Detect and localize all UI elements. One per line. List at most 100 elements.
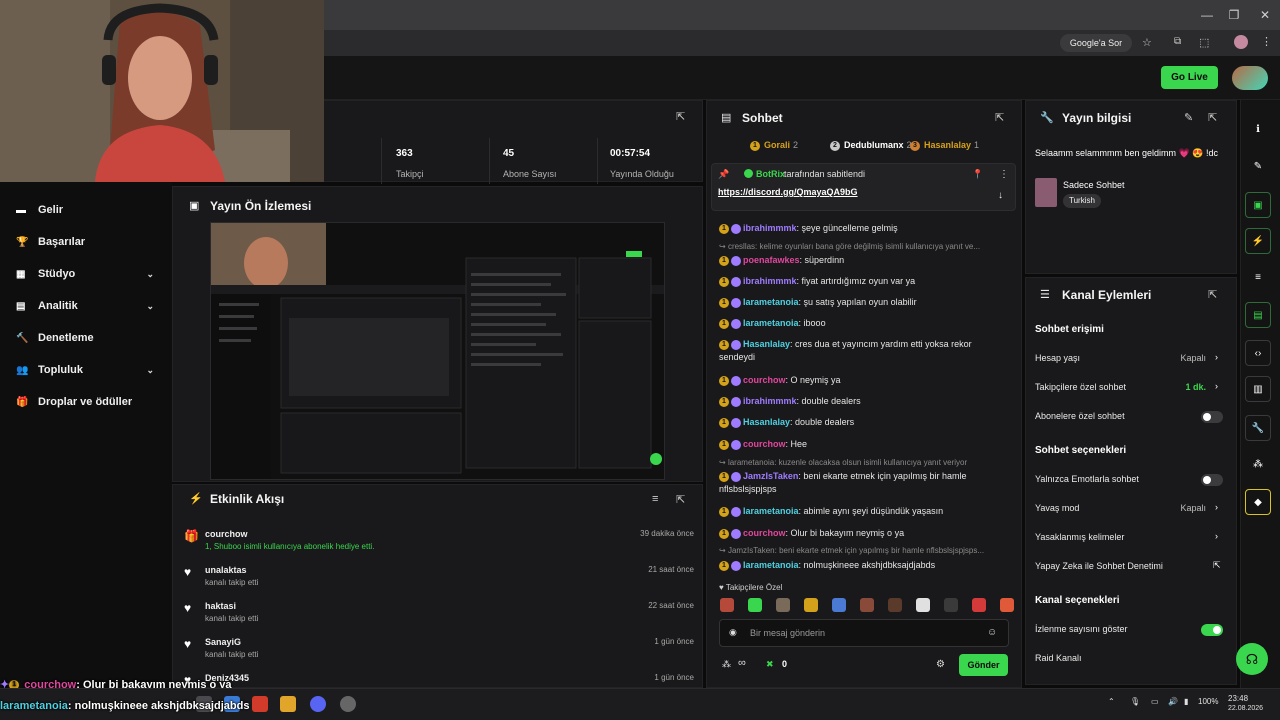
discord-icon[interactable] [310,696,326,712]
info-icon[interactable]: ℹ [1245,117,1271,143]
chat-username[interactable]: ibrahimmmk [743,276,797,286]
app-icon[interactable] [252,696,268,712]
chat-username[interactable]: JamzIsTaken [743,471,798,481]
puzzle-icon[interactable]: ◆ [1245,489,1271,515]
support-headset-icon[interactable]: ☊ [1236,643,1268,675]
emote-icon[interactable] [776,598,790,612]
top-gifter[interactable]: 1 Gorali 2 [750,140,798,151]
close-icon[interactable]: ✕ [1256,6,1274,24]
chat-username[interactable]: larametanoia [743,560,799,570]
browser-menu-icon[interactable]: ⋮ [1261,35,1272,48]
channel-actions-popout-icon[interactable]: ⇱ [1208,288,1217,301]
chat-username[interactable]: courchow [743,375,786,385]
user-avatar[interactable] [1232,66,1268,90]
emote-icon[interactable] [748,598,762,612]
microphone-icon[interactable]: 🎙 [1130,697,1140,706]
cast-icon[interactable]: ⧉ [1174,36,1181,47]
chat-username[interactable]: larametanoia [743,297,799,307]
emote-icon[interactable] [720,598,734,612]
google-ask-button[interactable]: Google'a Sor [1060,34,1132,52]
sidebar-item-denetleme[interactable]: 🔨 Denetleme [16,328,166,348]
display-icon[interactable]: ▭ [1151,697,1159,706]
emote-icon[interactable] [804,598,818,612]
go-live-button[interactable]: Go Live [1161,66,1218,89]
bookmark-star-icon[interactable]: ☆ [1142,36,1152,49]
chevron-right-icon[interactable]: › [1215,502,1218,512]
activity-user[interactable]: unalaktas [205,565,247,575]
activity-user[interactable]: SanayiG [205,637,241,647]
chat-username[interactable]: larametanoia [743,318,799,328]
emote-icon[interactable] [1000,598,1014,612]
chat-username[interactable]: ibrahimmmk [743,396,797,406]
setting-label[interactable]: Yapay Zeka ile Sohbet Denetimi [1035,561,1163,571]
top-gifter[interactable]: 3 Hasanlalay 1 [910,140,979,151]
app-icon[interactable] [340,696,356,712]
toggle-switch[interactable] [1201,474,1223,486]
expand-pinned-icon[interactable]: ↓ [998,190,1003,201]
chevron-right-icon[interactable]: › [1215,352,1218,362]
emote-icon[interactable] [860,598,874,612]
setting-label[interactable]: Yavaş mod [1035,503,1079,513]
chat-panel-icon[interactable]: ▤ [1245,302,1271,328]
chat-username[interactable]: larametanoia [743,506,799,516]
setting-label[interactable]: Yalnızca Emotlarla sohbet [1035,474,1139,484]
emote-icon[interactable] [944,598,958,612]
setting-label[interactable]: Raid Kanalı [1035,653,1082,663]
chat-username[interactable]: poenafawkes [743,255,800,265]
folder-icon[interactable] [280,696,296,712]
activity-user[interactable]: courchow [205,529,248,539]
top-gifter[interactable]: 2Dedublumanx2 [830,140,912,151]
category-name[interactable]: Sadece Sohbet [1063,180,1125,190]
sidebar-item-analitik[interactable]: ▤ Analitik ⌄ [16,296,166,316]
toggle-switch[interactable] [1201,624,1223,636]
edit-pencil-icon[interactable]: ✎ [1184,111,1193,124]
extensions-icon[interactable]: ⬚ [1199,36,1209,49]
preview-panel-icon[interactable]: ▣ [1245,192,1271,218]
emote-icon[interactable] [888,598,902,612]
filter-icon[interactable]: ≡ [652,493,658,505]
pinned-menu-icon[interactable]: ⋮ [999,169,1009,180]
sidebar-item-st-dyo[interactable]: ▦ Stüdyo ⌄ [16,264,166,284]
setting-label[interactable]: Takipçilere özel sohbet [1035,382,1126,392]
emote-icon[interactable] [972,598,986,612]
emote-icon[interactable] [916,598,930,612]
wrench-icon[interactable]: 🔧 [1245,415,1271,441]
setting-label[interactable]: İzlenme sayısını göster [1035,624,1128,634]
setting-label[interactable]: Hesap yaşı [1035,353,1080,363]
pencil-icon[interactable]: ✎ [1245,154,1271,180]
setting-label[interactable]: Yasaklanmış kelimeler [1035,532,1124,542]
list-icon[interactable]: ≡ [1245,265,1271,291]
profile-avatar[interactable] [1234,35,1248,49]
minimize-icon[interactable]: — [1198,6,1216,24]
activity-popout-icon[interactable]: ⇱ [676,493,685,506]
layout-icon[interactable]: ▥ [1245,376,1271,402]
unpin-icon[interactable]: 📍 [972,169,983,180]
emoji-icon[interactable]: ☺ [987,627,997,638]
category-thumbnail[interactable] [1035,178,1057,207]
chevron-right-icon[interactable]: › [1215,531,1218,541]
setting-label[interactable]: Abonelere özel sohbet [1035,411,1125,421]
chat-username[interactable]: Hasanlalay [743,339,790,349]
stats-popout-icon[interactable]: ⇱ [676,110,685,123]
battery-icon[interactable]: ▮ [1184,697,1188,706]
sidebar-item-ba-ar-lar[interactable]: 🏆 Başarılar [16,232,166,252]
stream-preview-video[interactable] [210,222,665,480]
emote-icon[interactable] [832,598,846,612]
users-icon[interactable]: ⁂ [722,659,731,670]
toggle-switch[interactable] [1201,411,1223,423]
sidebar-item-gelir[interactable]: ▬ Gelir [16,200,166,220]
chat-username[interactable]: courchow [743,439,786,449]
send-button[interactable]: Gönder [959,654,1008,676]
chat-settings-gear-icon[interactable]: ⚙ [936,659,945,670]
chevron-right-icon[interactable]: › [1215,381,1218,391]
users-icon[interactable]: ⁂ [1245,452,1271,478]
chat-username[interactable]: Hasanlalay [743,417,790,427]
chat-username[interactable]: ibrahimmmk [743,223,797,233]
restore-icon[interactable]: ❐ [1225,6,1243,24]
chat-username[interactable]: courchow [743,528,786,538]
sidebar-item-droplar-ve-d-ller[interactable]: 🎁 Droplar ve ödüller [16,392,166,412]
volume-icon[interactable]: 🔊 [1168,697,1178,706]
chat-popout-icon[interactable]: ⇱ [995,111,1004,124]
sidebar-item-topluluk[interactable]: 👥 Topluluk ⌄ [16,360,166,380]
tray-chevron-icon[interactable]: ⌃ [1108,697,1115,706]
